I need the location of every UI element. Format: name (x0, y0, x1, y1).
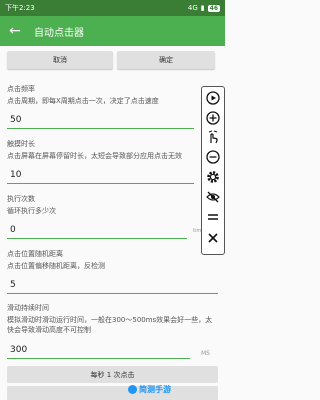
swipe-duration-input[interactable]: 300 (10, 345, 27, 355)
floating-control-panel (201, 86, 225, 255)
click-frequency-label: 点击频率 (7, 85, 35, 93)
click-frequency-desc: 点击周期，即每X周期点击一次，决定了点击速度 (7, 97, 159, 105)
touch-duration-underline (7, 183, 194, 184)
repeat-count-input[interactable]: 0 (10, 225, 16, 235)
status-bar: 下午2:23 4G ▮ 46 (0, 0, 225, 16)
random-offset-underline (7, 293, 218, 294)
app-bar: ← 自动点击器 (0, 16, 225, 46)
back-arrow-icon[interactable]: ← (0, 23, 30, 39)
remove-point-icon[interactable] (202, 150, 224, 164)
cancel-button[interactable]: 取消 (7, 51, 113, 69)
click-rate-button[interactable]: 每秒 1 次点击 (7, 366, 218, 383)
add-point-icon[interactable] (202, 111, 224, 125)
swipe-gesture-icon[interactable] (202, 130, 224, 144)
battery-icon: 46 (207, 4, 220, 12)
repeat-count-label: 执行次数 (7, 195, 35, 203)
touch-duration-label: 触摸时长 (7, 140, 35, 148)
swipe-duration-underline (7, 358, 190, 359)
watermark-logo-icon (128, 385, 137, 394)
confirm-button[interactable]: 确定 (117, 51, 215, 69)
hide-visibility-icon[interactable] (202, 190, 224, 204)
touch-duration-desc: 点击屏幕在屏幕停留时长，太短会导致部分应用点击无效 (7, 152, 182, 160)
repeat-count-underline (7, 238, 187, 239)
random-offset-input[interactable]: 5 (10, 280, 16, 290)
repeat-count-desc: 循环执行多少次 (7, 207, 56, 215)
drag-handle-icon[interactable] (202, 211, 224, 223)
signal-icon: ▮ (200, 4, 205, 12)
network-label: 4G (187, 4, 198, 12)
close-icon[interactable] (202, 231, 224, 245)
random-offset-desc: 点击位置偏移随机距离，反检测 (7, 262, 105, 270)
play-icon[interactable] (202, 91, 224, 105)
status-time: 下午2:23 (5, 4, 35, 12)
random-offset-label: 点击位置随机距离 (7, 250, 63, 258)
watermark: 简测手游 (128, 384, 171, 395)
watermark-text: 简测手游 (139, 385, 171, 394)
touch-duration-input[interactable]: 10 (10, 170, 21, 180)
click-frequency-input[interactable]: 50 (10, 115, 21, 125)
click-frequency-underline (7, 128, 194, 129)
swipe-duration-label: 滑动持续时间 (7, 304, 49, 312)
swipe-duration-unit: MS (201, 350, 210, 357)
page-title: 自动点击器 (34, 27, 84, 39)
swipe-duration-desc: 模拟滑动时滑动运行时间，一般在300～500ms效果会好一些，太快会导致滑动高度… (7, 316, 213, 334)
settings-gear-icon[interactable] (202, 170, 224, 184)
secondary-bottom-button[interactable] (7, 386, 218, 400)
